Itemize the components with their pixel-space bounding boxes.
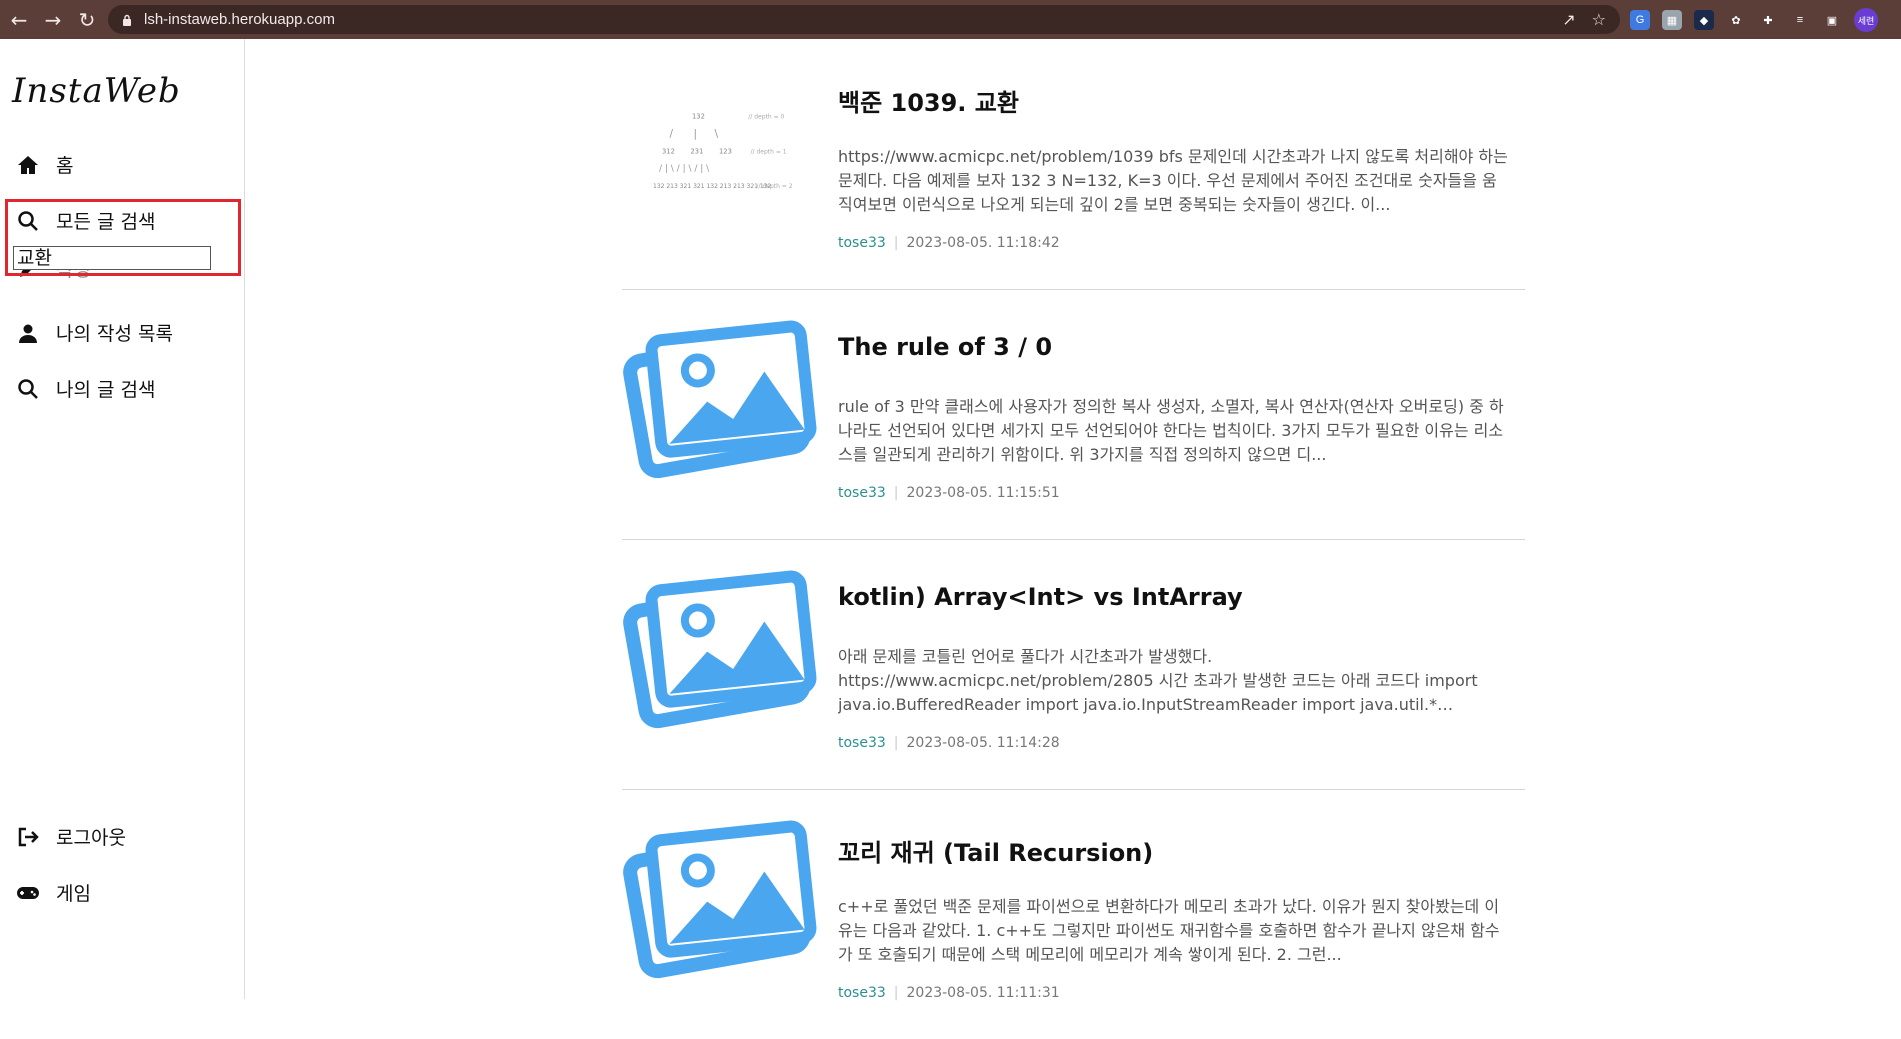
svg-text:/: / [670,128,674,140]
image-placeholder-icon [623,820,817,979]
post-card[interactable]: 132 // depth = 0 / | \ 312 231 123 // dept… [622,39,1525,290]
post-excerpt: c++로 풀었던 백준 문제를 파이썬으로 변환하다가 메모리 초과가 났다. … [838,897,1500,964]
sidebar-item-label: 나의 글 검색 [56,379,156,401]
post-meta: tose33 | 2023-08-05. 11:15:51 [838,485,1060,501]
post-meta: tose33 | 2023-08-05. 11:14:28 [838,735,1060,751]
tree-node-text: 231 [691,148,704,156]
post-date: 2023-08-05. 11:18:42 [906,235,1060,251]
post-title[interactable]: kotlin) Array<Int> vs IntArray [838,583,1243,611]
reload-icon[interactable]: ↻ [72,5,102,35]
post-meta: tose33 | 2023-08-05. 11:18:42 [838,235,1060,251]
post-card[interactable]: 꼬리 재귀 (Tail Recursion) c++로 풀었던 백준 문제를 파… [622,789,1525,1039]
post-author[interactable]: tose33 [838,485,886,501]
sidebar-item-logout[interactable]: 로그아웃 [16,823,126,850]
url-text[interactable]: lsh-instaweb.herokuapp.com [144,11,335,28]
back-icon[interactable]: ← [4,5,34,35]
logo[interactable]: InstaWeb [12,71,181,111]
search-icon [18,378,38,399]
sidebar-item-home[interactable]: 홈 [16,151,73,178]
tree-depth1-text: // depth = 1 [751,149,787,156]
extension-icon[interactable]: ◆ [1694,10,1714,30]
logout-icon [18,827,39,846]
post-excerpt: 아래 문제를 코틀린 언어로 풀다가 시간초과가 발생했다. https://w… [838,647,1478,714]
extension-icon[interactable]: ✿ [1726,10,1746,30]
post-excerpt: rule of 3 만약 클래스에 사용자가 정의한 복사 생성자, 소멸자, … [838,397,1504,464]
media-icon[interactable]: ≡ [1790,10,1810,30]
tree-depth0-text: // depth = 0 [748,113,784,120]
post-author[interactable]: tose33 [838,235,886,251]
search-input[interactable]: 교환 [13,246,211,270]
sidebar-item-search-mine[interactable]: 나의 글 검색 [16,375,155,402]
post-title[interactable]: The rule of 3 / 0 [838,333,1052,361]
post-card[interactable]: kotlin) Array<Int> vs IntArray 아래 문제를 코틀… [622,539,1525,790]
tree-leaf-text: 132 213 321 321 132 213 213 321 132 [653,183,772,190]
bookmark-star-icon[interactable]: ☆ [1592,10,1606,29]
post-card[interactable]: The rule of 3 / 0 rule of 3 만약 클래스에 사용자가… [622,289,1525,540]
address-bar[interactable]: lsh-instaweb.herokuapp.com ↗ ☆ [108,5,1620,34]
tree-depth2-text: // depth = 2 [757,183,793,190]
sidebar-item-label: 홈 [56,155,74,177]
sidebar-item-my-posts[interactable]: 나의 작성 목록 [16,319,173,346]
post-title[interactable]: 백준 1039. 교환 [838,83,1019,118]
post-date: 2023-08-05. 11:15:51 [906,485,1060,501]
sidebar-item-label: 나의 작성 목록 [56,323,173,345]
forward-icon[interactable]: → [38,5,68,35]
svg-text:\: \ [715,128,719,140]
sidebar-item-label: 게임 [56,883,91,905]
sidebar-item-label: 로그아웃 [56,827,126,849]
svg-text:/ | \ / | \ / | \: / | \ / | \ / | \ [659,164,710,174]
svg-text:|: | [694,128,698,140]
profile-avatar[interactable]: 세련 [1854,8,1878,32]
browser-toolbar: ← → ↻ lsh-instaweb.herokuapp.com ↗ ☆ G ▦… [0,0,1901,39]
extension-icon[interactable]: ▦ [1662,10,1682,30]
image-placeholder-icon [623,570,817,729]
lock-icon [123,14,131,26]
sidebar-item-game[interactable]: 게임 [16,879,91,906]
image-placeholder-icon [623,320,817,479]
side-panel-icon[interactable]: ▣ [1822,10,1842,30]
gamepad-icon [17,886,39,899]
post-excerpt: https://www.acmicpc.net/problem/1039 bfs… [838,147,1508,214]
sidebar: InstaWeb 홈 모든 글 검색 작성 나의 작성 목록 나의 글 검색 로… [0,39,245,999]
translate-extension-icon[interactable]: G [1630,10,1650,30]
home-icon [18,155,38,174]
post-author[interactable]: tose33 [838,735,886,751]
post-title[interactable]: 꼬리 재귀 (Tail Recursion) [838,833,1153,868]
share-icon[interactable]: ↗ [1562,10,1575,29]
tree-node-text: 312 [662,148,675,156]
post-date: 2023-08-05. 11:14:28 [906,735,1060,751]
puzzle-icon[interactable]: ✚ [1758,10,1778,30]
person-icon [19,324,37,343]
tree-node-text: 123 [719,148,732,156]
tree-diagram-thumbnail: 132 // depth = 0 / | \ 312 231 123 // dept… [653,112,793,190]
tree-root-text: 132 [692,112,705,120]
